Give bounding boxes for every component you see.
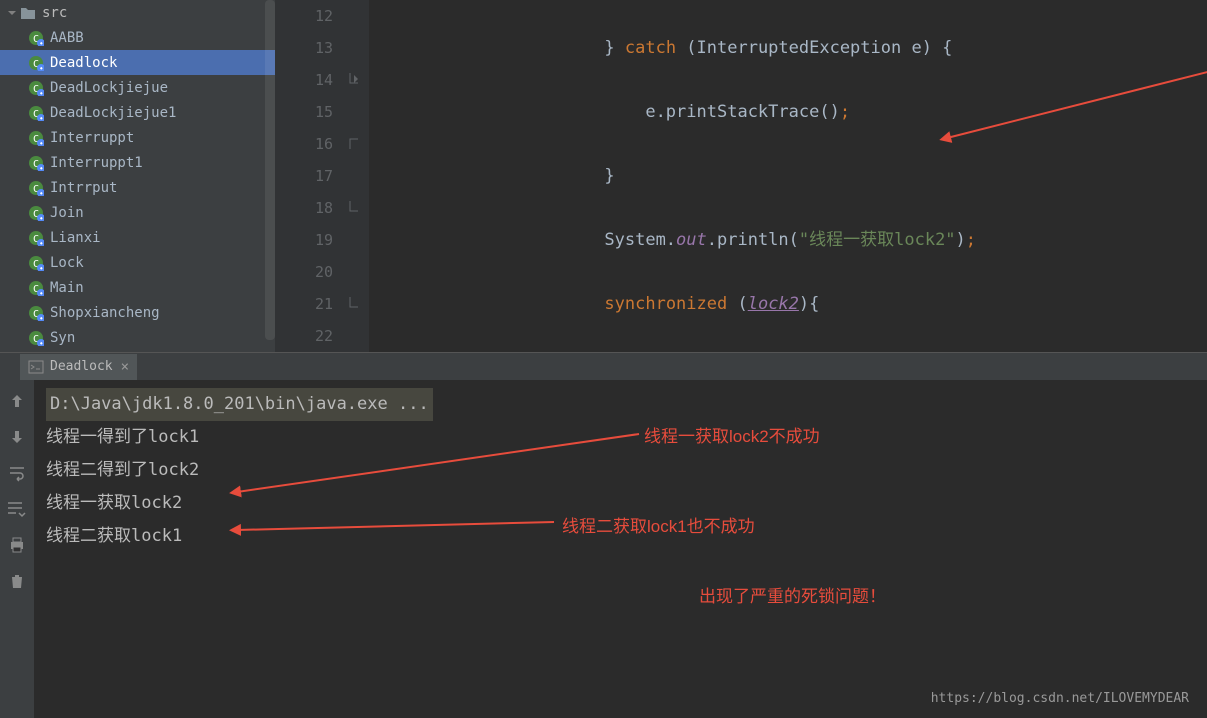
close-icon[interactable]: × <box>121 359 129 375</box>
class-icon: C <box>28 130 44 146</box>
wrap-icon[interactable] <box>8 464 26 482</box>
tree-item-label: Deadlock <box>50 55 117 71</box>
tree-item-label: Intrrput <box>50 180 117 196</box>
fold-end-icon <box>347 72 361 86</box>
tree-item-label: Shopxiancheng <box>50 305 160 321</box>
up-arrow-icon[interactable] <box>8 392 26 410</box>
console-line: 线程二得到了lock2 <box>46 454 1195 487</box>
tree-item-lock[interactable]: C Lock <box>0 250 275 275</box>
line-gutter: 12 13 14 15 16 17 18 19 20 21 22 <box>275 0 369 352</box>
class-icon: C <box>28 230 44 246</box>
class-icon: C <box>28 105 44 121</box>
code-content[interactable]: } catch (InterruptedException e) { e.pri… <box>369 0 1207 352</box>
tree-item-shopxiancheng[interactable]: C Shopxiancheng <box>0 300 275 325</box>
tree-item-label: DeadLockjiejue <box>50 80 168 96</box>
sidebar-scrollbar[interactable] <box>265 0 275 340</box>
class-icon: C <box>28 205 44 221</box>
class-icon: C <box>28 30 44 46</box>
tree-folder-src[interactable]: src <box>0 0 275 25</box>
class-icon: C <box>28 155 44 171</box>
tab-deadlock[interactable]: Deadlock × <box>20 354 137 380</box>
run-tab-bar: Deadlock × <box>0 352 1207 380</box>
tree-item-label: Syn <box>50 330 75 346</box>
class-icon: C <box>28 180 44 196</box>
tree-item-join[interactable]: C Join <box>0 200 275 225</box>
console-tab-icon <box>28 360 44 374</box>
tree-item-aabb[interactable]: C AABB <box>0 25 275 50</box>
class-icon: C <box>28 55 44 71</box>
console-output[interactable]: D:\Java\jdk1.8.0_201\bin\java.exe ... 线程… <box>34 380 1207 718</box>
tree-item-intrrput[interactable]: C Intrrput <box>0 175 275 200</box>
fold-start-icon <box>347 136 361 150</box>
tree-item-interruppt1[interactable]: C Interruppt1 <box>0 150 275 175</box>
tree-item-interruppt[interactable]: C Interruppt <box>0 125 275 150</box>
tree-item-syn[interactable]: C Syn <box>0 325 275 350</box>
tree-item-deadlockjiejue1[interactable]: C DeadLockjiejue1 <box>0 100 275 125</box>
annotation-text: 线程一获取lock2不成功 <box>644 420 820 453</box>
fold-end-icon <box>347 296 361 310</box>
tree-item-main[interactable]: C Main <box>0 275 275 300</box>
tree-folder-label: src <box>42 5 67 21</box>
folder-icon <box>20 6 36 20</box>
project-tree[interactable]: src C AABB C Deadlock C DeadLockjiejue C DeadLo… <box>0 0 275 352</box>
console-line: 线程一得到了lock1 <box>46 421 1195 454</box>
tree-item-deadlock[interactable]: C Deadlock <box>0 50 275 75</box>
class-icon: C <box>28 305 44 321</box>
tab-label: Deadlock <box>50 359 113 374</box>
chevron-down-icon <box>6 7 18 19</box>
tree-item-deadlockjiejue[interactable]: C DeadLockjiejue <box>0 75 275 100</box>
scroll-icon[interactable] <box>8 500 26 518</box>
class-icon: C <box>28 255 44 271</box>
class-icon: C <box>28 330 44 346</box>
tree-item-lianxi[interactable]: C Lianxi <box>0 225 275 250</box>
trash-icon[interactable] <box>8 572 26 590</box>
tree-item-label: Main <box>50 280 84 296</box>
tree-item-label: Join <box>50 205 84 221</box>
down-arrow-icon[interactable] <box>8 428 26 446</box>
tree-item-label: AABB <box>50 30 84 46</box>
tree-item-label: Lianxi <box>50 230 101 246</box>
code-editor[interactable]: 12 13 14 15 16 17 18 19 20 21 22 } catch… <box>275 0 1207 352</box>
annotation-text: 线程二获取lock1也不成功 <box>562 510 755 543</box>
class-icon: C <box>28 80 44 96</box>
console-toolbar <box>0 380 34 718</box>
fold-end-icon <box>347 200 361 214</box>
class-icon: C <box>28 280 44 296</box>
annotation-text: 出现了严重的死锁问题！ <box>699 580 886 613</box>
console-line: D:\Java\jdk1.8.0_201\bin\java.exe ... <box>46 388 433 421</box>
print-icon[interactable] <box>8 536 26 554</box>
tree-item-label: Interruppt <box>50 130 134 146</box>
tree-item-label: Lock <box>50 255 84 271</box>
tree-item-label: DeadLockjiejue1 <box>50 105 176 121</box>
watermark: https://blog.csdn.net/ILOVEMYDEAR <box>931 691 1189 706</box>
tree-item-label: Interruppt1 <box>50 155 143 171</box>
